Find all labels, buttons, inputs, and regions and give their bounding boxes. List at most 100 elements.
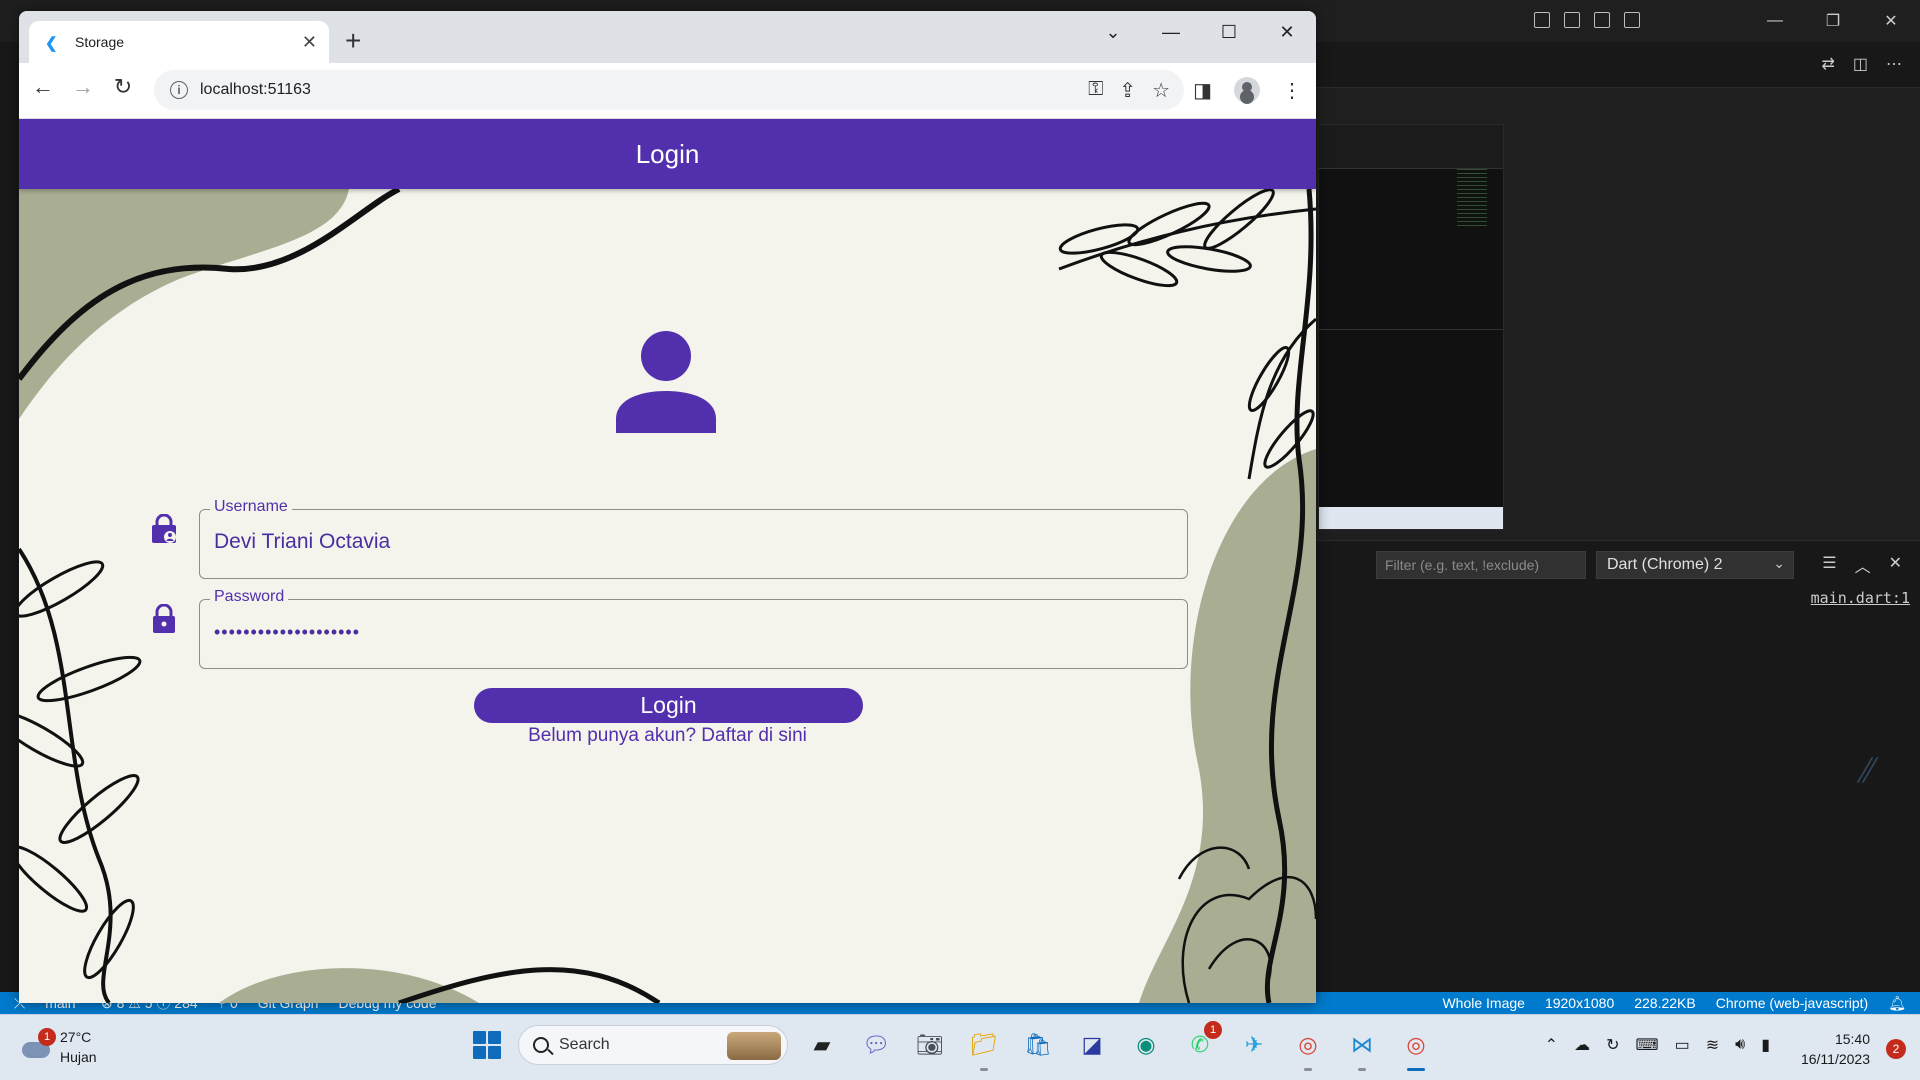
new-tab-button[interactable]: + (345, 25, 361, 57)
tab-search-icon[interactable]: ⌄ (1084, 11, 1142, 53)
close-panel-icon[interactable]: ✕ (1889, 553, 1902, 577)
wifi-icon[interactable]: ≋ (1706, 1035, 1719, 1055)
split-editor-icon[interactable]: ◫ (1853, 54, 1868, 74)
person-icon (616, 331, 716, 433)
password-value[interactable]: •••••••••••••••••••• (214, 622, 360, 643)
chrome-window-controls: ⌄ — ☐ ✕ (1084, 11, 1316, 53)
username-field[interactable]: Username Devi Triani Octavia (199, 498, 1188, 579)
notification-badge[interactable]: 2 (1886, 1039, 1906, 1059)
toggle-panel-icon[interactable] (1564, 12, 1580, 28)
image-preview (1318, 124, 1504, 530)
taskbar-search[interactable]: Search (518, 1025, 788, 1065)
username-label: Username (210, 498, 292, 516)
windows-taskbar: 1 27°C Hujan Search ▰ 💬︎ 📷︎ 📁︎ 🛍︎ ◪ ◉ ✆ 1… (0, 1014, 1920, 1080)
url-text[interactable]: localhost:51163 (200, 81, 311, 99)
chevron-up-icon[interactable]: ⌃ (1545, 1035, 1558, 1055)
battery-icon[interactable]: ▮ (1761, 1035, 1770, 1055)
display-icon[interactable]: ▭ (1675, 1035, 1690, 1055)
app-bar: Login (19, 119, 1316, 189)
runtime-item[interactable]: Chrome (web-javascript) (1716, 995, 1868, 1011)
search-label: Search (559, 1036, 610, 1053)
toggle-sidebar-icon[interactable] (1534, 12, 1550, 28)
microsoft-store-icon[interactable]: 🛍︎ (1018, 1025, 1058, 1065)
username-value[interactable]: Devi Triani Octavia (214, 530, 390, 554)
flutter-icon: ❮ (45, 35, 58, 52)
site-info-icon[interactable]: i (170, 81, 188, 99)
weather-widget[interactable]: 1 27°C Hujan (22, 1027, 97, 1067)
reload-icon[interactable]: ↻ (111, 74, 135, 99)
side-panel-icon[interactable]: ◨ (1193, 78, 1212, 103)
onedrive-icon[interactable]: ☁ (1574, 1035, 1590, 1055)
register-link[interactable]: Belum punya akun? Daftar di sini (19, 725, 1316, 747)
output-channel-select[interactable]: Dart (Chrome) 2 ⌄ (1596, 551, 1794, 579)
whole-image-item[interactable]: Whole Image (1442, 995, 1524, 1011)
close-icon[interactable]: ✕ (1258, 11, 1316, 53)
key-icon[interactable]: ⚿ (1088, 78, 1103, 103)
browser-toolbar: ← → ↻ i localhost:51163 ⚿ ⇪ ☆ ◨ ⋮ (19, 63, 1316, 119)
volume-icon[interactable]: 🔊︎ (1735, 1036, 1745, 1054)
chrome-icon[interactable]: ◎ (1396, 1025, 1436, 1071)
system-tray: ⌃ ☁ ↻ ⌨ ▭ ≋ 🔊︎ ▮ (1545, 1035, 1770, 1055)
clock[interactable]: 15:40 16/11/2023 (1801, 1029, 1870, 1069)
search-highlight-image (727, 1032, 781, 1060)
toggle-secondary-sidebar-icon[interactable] (1594, 12, 1610, 28)
edge-icon[interactable]: ◉ (1126, 1025, 1166, 1065)
forward-icon[interactable]: → (71, 74, 95, 99)
lock-person-icon (152, 514, 176, 543)
minimize-icon[interactable]: — (1142, 11, 1200, 53)
minimize-icon[interactable]: — (1746, 0, 1804, 42)
task-view-icon[interactable]: ▰ (802, 1025, 842, 1065)
weather-desc: Hujan (60, 1049, 97, 1065)
clock-date: 16/11/2023 (1800, 1051, 1870, 1067)
output-filter-input[interactable]: Filter (e.g. text, !exclude) (1376, 551, 1586, 579)
customize-layout-icon[interactable] (1624, 12, 1640, 28)
close-tab-icon[interactable]: ✕ (302, 32, 317, 53)
start-button[interactable] (470, 1028, 504, 1062)
more-actions-icon[interactable]: ⋯ (1886, 54, 1902, 74)
profile-avatar-icon[interactable] (1234, 77, 1260, 103)
output-panel: Filter (e.g. text, !exclude) Dart (Chrom… (1316, 540, 1920, 1004)
word-wrap-icon[interactable]: ☰ (1822, 553, 1836, 577)
filesize-item: 228.22KB (1634, 995, 1696, 1011)
clock-time: 15:40 (1834, 1031, 1870, 1047)
editor-tabbar: ⇄ ◫ ⋯ (1316, 42, 1920, 88)
tab-strip: ❮ Storage ✕ + ⌄ — ☐ ✕ (19, 11, 1316, 63)
camera-icon[interactable]: 📷︎ (910, 1025, 950, 1065)
whatsapp-icon[interactable]: ✆ 1 (1180, 1021, 1222, 1065)
compare-changes-icon[interactable]: ⇄ (1821, 54, 1834, 74)
whatsapp-badge: 1 (1204, 1021, 1222, 1039)
login-button[interactable]: Login (474, 688, 863, 723)
page-title: Login (635, 138, 700, 169)
chrome-profile-icon[interactable]: ◎ (1288, 1025, 1328, 1071)
output-channel-value: Dart (Chrome) 2 (1607, 556, 1723, 573)
vscode-icon[interactable]: ⋈ (1342, 1025, 1382, 1071)
kebab-menu-icon[interactable]: ⋮ (1282, 78, 1302, 103)
chrome-window: ❮ Storage ✕ + ⌄ — ☐ ✕ ← → ↻ i localhost:… (19, 11, 1316, 1003)
login-page: Login Username Devi Triani Octavia Passw… (19, 119, 1316, 1003)
vscode-window-controls: — ❐ ✕ (1746, 0, 1920, 42)
back-icon[interactable]: ← (31, 74, 55, 99)
password-label: Password (210, 588, 289, 606)
teams-chat-icon[interactable]: 💬︎ (856, 1025, 896, 1065)
file-explorer-icon[interactable]: 📁︎ (964, 1025, 1004, 1071)
password-field[interactable]: Password •••••••••••••••••••• (199, 588, 1188, 669)
address-bar[interactable]: i localhost:51163 ⚿ ⇪ ☆ (154, 70, 1184, 110)
keyboard-icon[interactable]: ⌨ (1635, 1035, 1658, 1055)
lock-icon (153, 604, 175, 633)
source-link[interactable]: main.dart:1 (1811, 589, 1910, 607)
search-icon (533, 1037, 549, 1053)
sync-icon[interactable]: ↻ (1606, 1035, 1619, 1055)
bell-icon[interactable]: 🔔︎ (1888, 995, 1906, 1012)
browser-tab[interactable]: ❮ Storage ✕ (29, 21, 329, 63)
power-automate-icon[interactable]: ◪ (1072, 1025, 1112, 1065)
activity-bar (0, 42, 18, 1002)
close-icon[interactable]: ✕ (1862, 0, 1920, 42)
maximize-panel-icon[interactable]: ︿ (1855, 553, 1871, 577)
bookmark-star-icon[interactable]: ☆ (1152, 78, 1170, 103)
maximize-icon[interactable]: ☐ (1200, 11, 1258, 53)
share-icon[interactable]: ⇪ (1119, 78, 1136, 103)
restore-icon[interactable]: ❐ (1804, 0, 1862, 42)
telegram-icon[interactable]: ✈ (1234, 1025, 1274, 1065)
rain-cloud-icon: 1 (22, 1028, 56, 1062)
chevron-down-icon: ⌄ (1773, 555, 1785, 571)
